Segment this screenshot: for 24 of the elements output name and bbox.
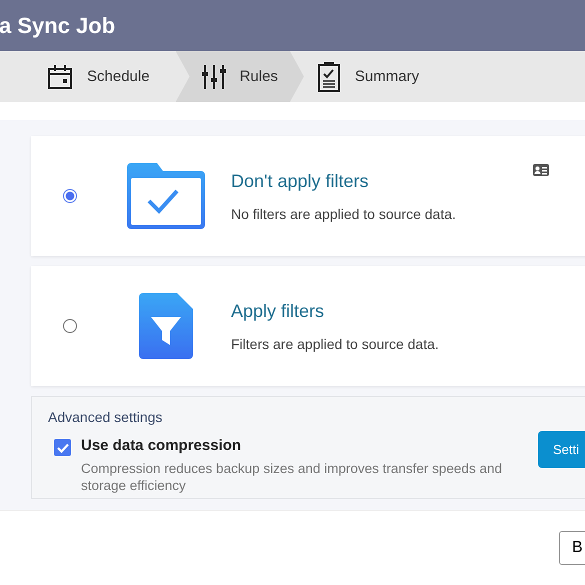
option-card[interactable]: Apply filters Filters are applied to source data. — [31, 266, 585, 386]
option-description: Filters are applied to source data. — [231, 336, 439, 352]
step-tab[interactable]: Summary — [304, 51, 446, 102]
footer-button[interactable]: B — [559, 531, 585, 565]
section-heading: Advanced settings — [48, 409, 164, 425]
checkbox-label: Use data compression — [81, 437, 242, 454]
radio-button[interactable] — [63, 189, 77, 203]
option-card[interactable]: Don't apply filters No filters are applied to source data. — [31, 136, 585, 256]
id-card-icon[interactable] — [533, 164, 549, 176]
calendar-icon — [47, 64, 73, 90]
option-title: Apply filters — [231, 300, 326, 322]
option-description: No filters are applied to source data. — [231, 206, 456, 222]
option-title: Don't apply filters — [231, 170, 370, 192]
funnel-document-icon — [139, 293, 193, 359]
clipboard-icon — [316, 62, 341, 92]
checkbox[interactable] — [54, 439, 71, 456]
radio-button[interactable] — [63, 319, 77, 333]
step-tab[interactable]: Rules — [176, 51, 304, 102]
folder-check-icon — [127, 163, 205, 229]
checkbox-description: Compression reduces backup sizes and improves transfer speeds and storage efficiency — [81, 460, 503, 494]
step-tab[interactable]: Schedule — [34, 51, 176, 102]
window-title: a Sync Job — [0, 12, 116, 38]
sliders-icon — [202, 64, 226, 90]
settings-button[interactable]: Setti — [538, 431, 585, 468]
